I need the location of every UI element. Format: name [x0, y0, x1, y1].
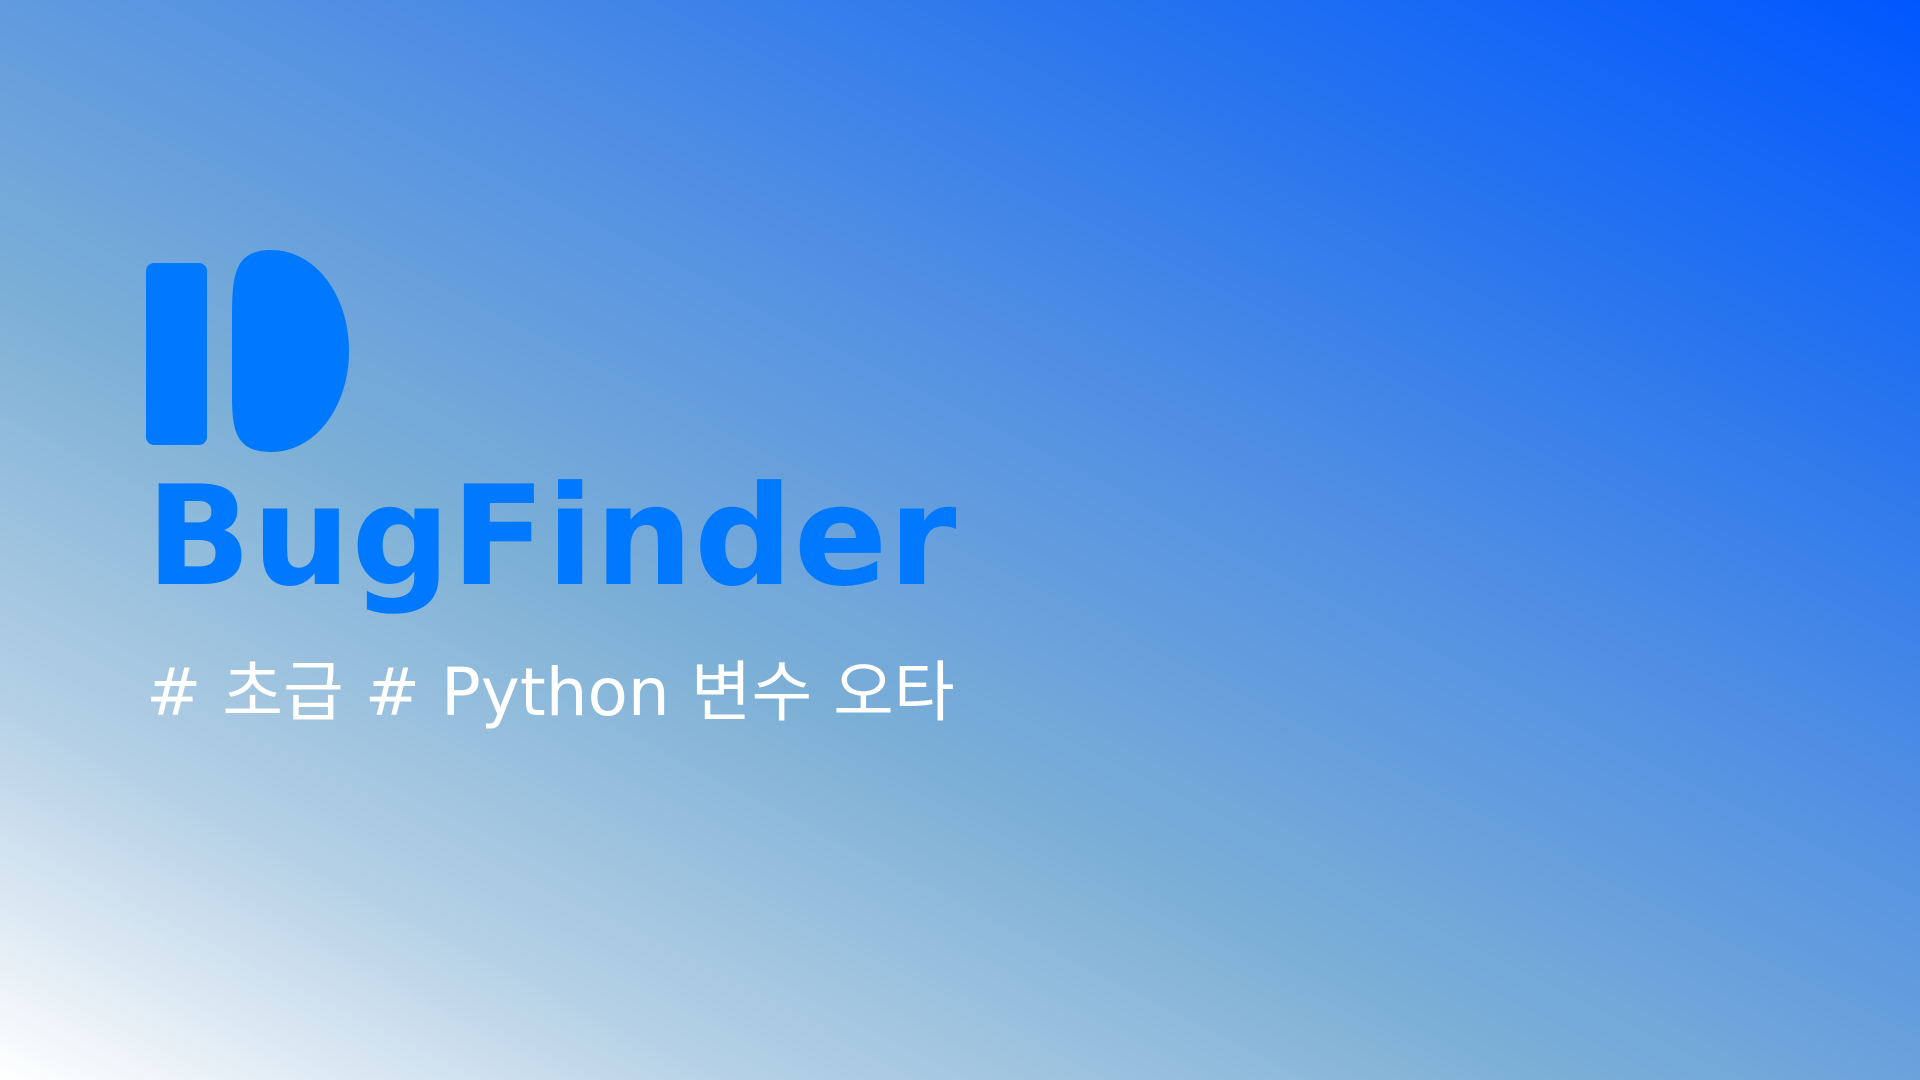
logo-bar	[146, 263, 207, 445]
tag-line: # 초급 # Python 변수 오타	[146, 654, 955, 731]
brand-title: BugFinder	[146, 456, 958, 617]
bugfinder-logo-icon	[146, 250, 349, 452]
logo-half-circle	[232, 250, 349, 452]
